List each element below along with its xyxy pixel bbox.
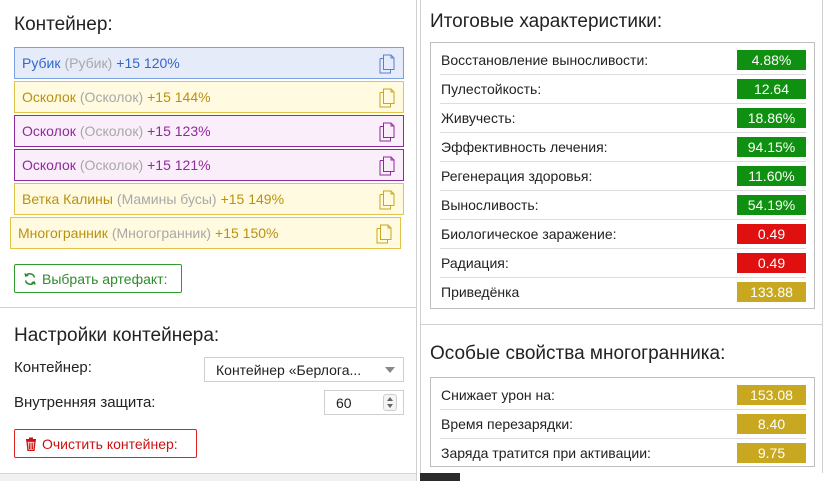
artifact-row[interactable]: Ветка Калины (Мамины бусы) +15 149%	[14, 183, 404, 215]
artifact-original-name: (Мамины бусы)	[116, 191, 217, 207]
bottom-scroll-strip	[0, 473, 417, 481]
stat-row: Заряда тратится при активации: 9.75	[431, 439, 814, 468]
artifact-original-name: (Многогранник)	[111, 225, 212, 241]
artifact-name: Осколок	[22, 123, 76, 139]
artifact-original-name: (Осколок)	[79, 157, 144, 173]
artifact-original-name: (Рубик)	[64, 55, 113, 71]
stat-value: 4.88%	[737, 50, 806, 70]
right-panel-border-left	[420, 0, 421, 473]
artifact-name: Ветка Калины	[22, 191, 113, 207]
container-title: Контейнер:	[14, 14, 113, 35]
stat-row: Регенерация здоровья: 11.60%	[431, 162, 814, 191]
clear-container-label: Очистить контейнер:	[42, 435, 178, 452]
dark-strip	[420, 473, 460, 481]
artifact-original-name: (Осколок)	[79, 89, 144, 105]
stat-value: 0.49	[737, 253, 806, 273]
special-section: Особые свойства многогранника: Снижает у…	[420, 325, 823, 473]
artifact-bonus: +15 121%	[147, 157, 211, 173]
stat-row: Эффективность лечения: 94.15%	[431, 133, 814, 162]
stat-row: Восстановление выносливости: 4.88%	[431, 46, 814, 75]
trash-icon	[26, 437, 36, 451]
copy-icon[interactable]	[376, 224, 392, 244]
special-table: Снижает урон на: 153.08 Время перезарядки:…	[430, 377, 815, 467]
stat-row: Пулестойкость: 12.64	[431, 75, 814, 104]
stat-label: Время перезарядки:	[441, 416, 574, 432]
artifact-original-name: (Осколок)	[79, 123, 144, 139]
stat-label: Эффективность лечения:	[441, 139, 608, 155]
copy-icon[interactable]	[379, 156, 395, 176]
stat-value: 11.60%	[737, 166, 806, 186]
clear-container-button[interactable]: Очистить контейнер:	[14, 429, 197, 458]
stat-label: Выносливость:	[441, 197, 539, 213]
stat-value: 54.19%	[737, 195, 806, 215]
stat-label: Заряда тратится при активации:	[441, 445, 651, 461]
artifact-bonus: +15 149%	[220, 191, 285, 207]
artifact-row[interactable]: Осколок (Осколок) +15 123%	[14, 115, 404, 147]
stat-value: 153.08	[737, 385, 806, 405]
stat-row: Радиация: 0.49	[431, 249, 814, 278]
artifact-row[interactable]: Осколок (Осколок) +15 121%	[14, 149, 404, 181]
protection-stepper[interactable]	[383, 394, 397, 411]
totals-section: Итоговые характеристики: Восстановление …	[420, 0, 823, 323]
stat-label: Снижает урон на:	[441, 387, 555, 403]
stat-row: Выносливость: 54.19%	[431, 191, 814, 220]
stat-row: Время перезарядки: 8.40	[431, 410, 814, 439]
artifact-bonus: +15 144%	[147, 89, 211, 105]
stat-label: Живучесть:	[441, 110, 516, 126]
copy-icon[interactable]	[379, 122, 395, 142]
stat-label: Регенерация здоровья:	[441, 168, 593, 184]
artifact-row[interactable]: Осколок (Осколок) +15 144%	[14, 81, 404, 113]
artifact-bonus: +15 120%	[116, 55, 180, 71]
protection-label: Внутренняя защита:	[14, 394, 156, 411]
stat-value: 12.64	[737, 79, 806, 99]
artifact-name: Осколок	[22, 157, 76, 173]
protection-value: 60	[336, 394, 352, 411]
stat-value: 94.15%	[737, 137, 806, 157]
stepper-down-icon[interactable]	[387, 404, 393, 408]
special-title: Особые свойства многогранника:	[430, 343, 726, 364]
stat-label: Пулестойкость:	[441, 81, 542, 97]
copy-icon[interactable]	[379, 88, 395, 108]
left-panel-border	[416, 0, 417, 481]
stat-label: Приведёнка	[441, 284, 520, 300]
copy-icon[interactable]	[379, 190, 395, 210]
protection-input[interactable]: 60	[324, 390, 404, 415]
stat-value: 18.86%	[737, 108, 806, 128]
stat-value: 133.88	[737, 282, 806, 302]
artifact-row[interactable]: Рубик (Рубик) +15 120%	[14, 47, 404, 79]
container-select[interactable]: Контейнер «Берлога...	[204, 357, 404, 382]
stat-value: 9.75	[737, 443, 806, 463]
stepper-up-icon[interactable]	[387, 397, 393, 401]
choose-artifact-button[interactable]: Выбрать артефакт:	[14, 264, 182, 293]
chevron-down-icon	[385, 367, 395, 373]
stat-value: 0.49	[737, 224, 806, 244]
right-panel-divider	[420, 324, 823, 325]
refresh-icon	[24, 272, 36, 285]
artifact-bonus: +15 150%	[215, 225, 279, 241]
container-section: Контейнер: Рубик (Рубик) +15 120% Осколок (О…	[0, 0, 417, 308]
artifact-row[interactable]: Многогранник (Многогранник) +15 150%	[10, 217, 401, 249]
copy-icon[interactable]	[379, 54, 395, 74]
artifact-name: Осколок	[22, 89, 76, 105]
right-panel: Итоговые характеристики: Восстановление …	[420, 0, 823, 481]
stat-label: Радиация:	[441, 255, 509, 271]
artifact-bonus: +15 123%	[147, 123, 211, 139]
totals-table: Восстановление выносливости: 4.88% Пулесто…	[430, 42, 815, 309]
stat-row: Биологическое заражение: 0.49	[431, 220, 814, 249]
stat-row: Снижает урон на: 153.08	[431, 381, 814, 410]
stat-label: Биологическое заражение:	[441, 226, 617, 242]
artifact-name: Многогранник	[18, 225, 108, 241]
stat-row: Живучесть: 18.86%	[431, 104, 814, 133]
stat-row: Приведёнка 133.88	[431, 278, 814, 307]
container-select-value: Контейнер «Берлога...	[216, 361, 362, 378]
settings-title: Настройки контейнера:	[14, 325, 220, 346]
stat-label: Восстановление выносливости:	[441, 52, 649, 68]
container-label: Контейнер:	[14, 359, 92, 376]
totals-title: Итоговые характеристики:	[430, 11, 663, 32]
artifact-name: Рубик	[22, 55, 61, 71]
stat-value: 8.40	[737, 414, 806, 434]
choose-artifact-label: Выбрать артефакт:	[42, 270, 168, 287]
left-panel: Контейнер: Рубик (Рубик) +15 120% Осколок (О…	[0, 0, 417, 481]
